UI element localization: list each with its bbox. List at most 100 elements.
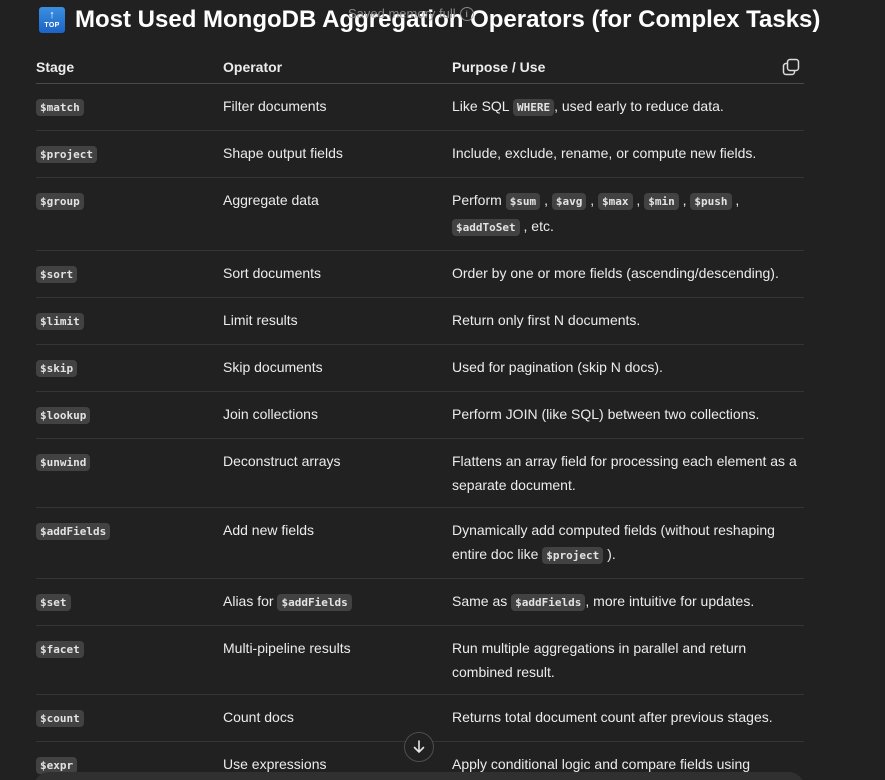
stage-code: $lookup (36, 407, 91, 424)
cell-text: Flattens an array field for processing e… (452, 453, 797, 493)
cell-text: , (678, 192, 691, 208)
memory-toast: Saved memory full i (348, 6, 474, 21)
cell-text: , used early to reduce data. (554, 98, 724, 114)
stage-code: $limit (36, 313, 84, 330)
operator-cell: Aggregate data (223, 177, 452, 251)
purpose-cell: Same as $addFields, more intuitive for u… (452, 578, 804, 626)
message-composer[interactable] (34, 772, 804, 780)
operator-cell: Join collections (223, 391, 452, 439)
operator-cell: Filter documents (223, 83, 452, 131)
column-header-stage: Stage (36, 50, 223, 84)
cell-text: Multi-pipeline results (223, 640, 351, 656)
top-emoji-icon: ↑ TOP (39, 7, 65, 33)
table-row: $facet Multi-pipeline results Run multiple… (36, 625, 804, 695)
operator-cell: Shape output fields (223, 130, 452, 178)
table-body: $match Filter documents Like SQL WHERE, us… (36, 83, 804, 780)
table-row: $group Aggregate data Perform $sum , $avg … (36, 177, 804, 251)
cell-text: , (632, 192, 645, 208)
inline-code: $max (598, 193, 633, 210)
purpose-cell: Include, exclude, rename, or compute new… (452, 130, 804, 178)
column-header-purpose: Purpose / Use (452, 50, 804, 84)
inline-code: $addToSet (452, 219, 520, 236)
inline-code: $avg (551, 193, 587, 210)
scroll-to-bottom-button[interactable] (404, 732, 434, 762)
cell-text: Deconstruct arrays (223, 453, 341, 469)
stage-code: $addFields (36, 523, 111, 540)
table-row: $sort Sort documents Order by one or more … (36, 250, 804, 298)
info-icon[interactable]: i (459, 6, 474, 21)
stage-code: $count (36, 710, 84, 727)
purpose-cell: Order by one or more fields (ascending/d… (452, 250, 804, 298)
purpose-cell: Dynamically add computed fields (without… (452, 507, 804, 579)
inline-code: $min (644, 193, 679, 210)
purpose-cell: Perform JOIN (like SQL) between two coll… (452, 391, 804, 439)
cell-text: Same as (452, 593, 512, 609)
inline-code: $sum (505, 193, 541, 210)
cell-text: Run multiple aggregations in parallel an… (452, 640, 747, 680)
cell-text: Shape output fields (223, 145, 343, 161)
stage-code: $group (36, 193, 84, 210)
table-row: $skip Skip documents Used for pagination (… (36, 344, 804, 392)
operator-cell: Alias for $addFields (223, 578, 452, 626)
toast-text: Saved memory full (348, 6, 456, 21)
stage-cell: $skip (36, 344, 223, 392)
stage-cell: $set (36, 578, 223, 626)
stage-cell: $limit (36, 297, 223, 345)
stage-cell: $project (36, 130, 223, 178)
cell-text: Add new fields (223, 522, 315, 538)
table-header-row: Stage Operator Purpose / Use (36, 50, 804, 84)
stage-cell: $sort (36, 250, 223, 298)
operator-cell: Multi-pipeline results (223, 625, 452, 695)
stage-cell: $lookup (36, 391, 223, 439)
cell-text: Include, exclude, rename, or compute new… (452, 145, 757, 161)
stage-code: $project (36, 146, 97, 163)
cell-text: Join collections (223, 406, 318, 422)
stage-cell: $unwind (36, 438, 223, 508)
cell-text: , (586, 192, 599, 208)
purpose-cell: Run multiple aggregations in parallel an… (452, 625, 804, 695)
stage-cell: $count (36, 694, 223, 742)
table-row: $lookup Join collections Perform JOIN (lik… (36, 391, 804, 439)
stage-cell: $match (36, 83, 223, 131)
cell-text: Used for pagination (skip N docs). (452, 359, 663, 375)
stage-code: $skip (36, 360, 78, 377)
table-row: $addFields Add new fields Dynamically add … (36, 507, 804, 579)
purpose-cell: Perform $sum , $avg , $max , $min , $pus… (452, 177, 804, 251)
copy-icon (782, 58, 800, 76)
cell-text: Limit results (223, 312, 298, 328)
stage-code: $facet (36, 641, 84, 658)
cell-text: Count docs (223, 709, 294, 725)
column-header-operator: Operator (223, 50, 452, 84)
copy-table-button[interactable] (782, 58, 800, 76)
inline-code: $push (690, 193, 732, 210)
stage-cell: $addFields (36, 507, 223, 579)
table-row: $project Shape output fields Include, excl… (36, 130, 804, 178)
purpose-cell: Returns total document count after previ… (452, 694, 804, 742)
chat-page: ↑ TOP Most Used MongoDB Aggregation Oper… (0, 0, 885, 780)
cell-text: Aggregate data (223, 192, 319, 208)
cell-text: , etc. (519, 218, 554, 234)
table-row: $limit Limit results Return only first N d… (36, 297, 804, 345)
inline-code: WHERE (512, 99, 555, 116)
cell-text: Filter documents (223, 98, 327, 114)
operator-cell: Add new fields (223, 507, 452, 579)
operator-cell: Deconstruct arrays (223, 438, 452, 508)
operators-table: Stage Operator Purpose / Use $match Filte… (36, 50, 804, 780)
arrow-down-icon (413, 740, 425, 753)
cell-text: Order by one or more fields (ascending/d… (452, 265, 779, 281)
cell-text: Use expressions (223, 756, 327, 772)
operator-cell: Sort documents (223, 250, 452, 298)
stage-code: $match (36, 99, 84, 116)
stage-cell: $group (36, 177, 223, 251)
cell-text: ). (603, 546, 616, 562)
cell-text: Perform (452, 192, 506, 208)
cell-text: , more intuitive for updates. (585, 593, 755, 609)
cell-text: , (731, 192, 740, 208)
inline-code: $addFields (511, 594, 586, 611)
purpose-cell: Like SQL WHERE, used early to reduce dat… (452, 83, 804, 131)
table-row: $set Alias for $addFields Same as $addFiel… (36, 578, 804, 626)
table-row: $unwind Deconstruct arrays Flattens an arr… (36, 438, 804, 508)
purpose-cell: Return only first N documents. (452, 297, 804, 345)
cell-text: Return only first N documents. (452, 312, 641, 328)
cell-text: Perform JOIN (like SQL) between two coll… (452, 406, 760, 422)
